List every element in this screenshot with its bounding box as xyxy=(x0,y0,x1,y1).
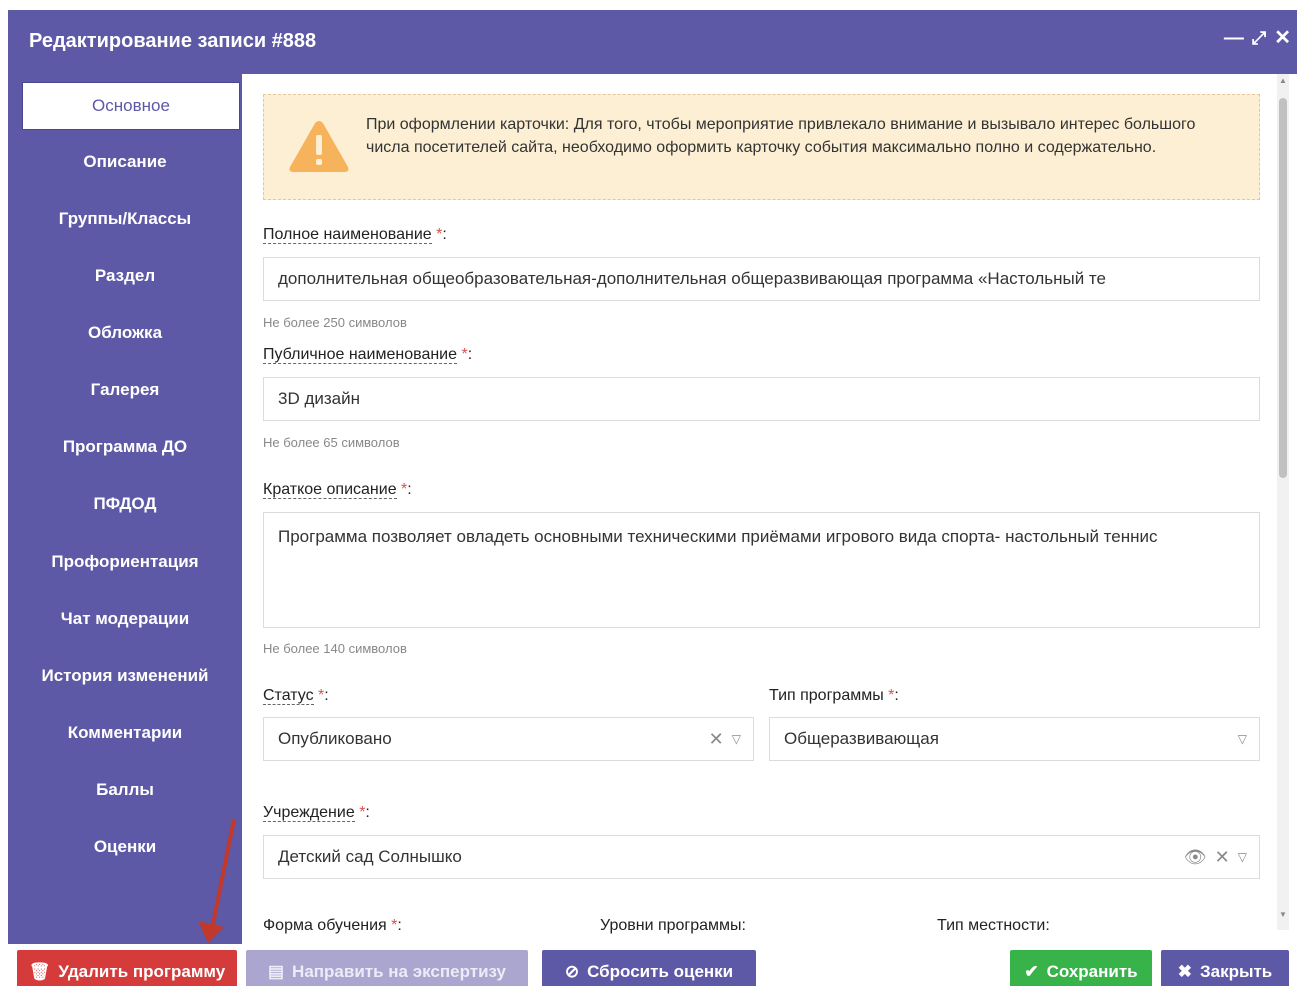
sidebar-item-main[interactable]: Основное xyxy=(22,82,240,130)
status-select[interactable]: Опубликовано ✕ ▽ xyxy=(263,717,754,761)
sidebar-item-program[interactable]: Программа ДО xyxy=(8,423,242,471)
check-icon: ✔ xyxy=(1024,962,1039,981)
info-alert: При оформлении карточки: Для того, чтобы… xyxy=(263,94,1260,200)
sidebar-item-section[interactable]: Раздел xyxy=(8,252,242,300)
scroll-thumb[interactable] xyxy=(1279,98,1287,478)
public-name-hint: Не более 65 символов xyxy=(263,435,400,450)
institution-select[interactable]: Детский сад Солнышко 👁 ✕ ▽ xyxy=(263,835,1260,879)
status-label: Статус *: xyxy=(263,687,329,705)
program-type-select[interactable]: Общеразвивающая ▽ xyxy=(769,717,1260,761)
eye-icon[interactable]: 👁 xyxy=(1184,836,1207,878)
window-titlebar: Редактирование записи #888 — ⤢ ✕ xyxy=(8,10,1297,74)
program-type-label: Тип программы *: xyxy=(769,687,899,704)
window-title: Редактирование записи #888 xyxy=(29,30,317,52)
institution-label: Учреждение *: xyxy=(263,804,370,822)
program-type-value: Общеразвивающая xyxy=(784,729,939,748)
reset-ratings-button[interactable]: ⊘ Сбросить оценки xyxy=(542,950,756,986)
form-content: При оформлении карточки: Для того, чтобы… xyxy=(242,74,1297,944)
send-to-expertise-button[interactable]: ▤ Направить на экспертизу xyxy=(246,950,528,986)
full-name-hint: Не более 250 символов xyxy=(263,315,407,330)
chevron-down-icon[interactable]: ▽ xyxy=(1238,718,1247,760)
clear-icon[interactable]: ✕ xyxy=(1215,836,1230,878)
close-icon[interactable]: ✕ xyxy=(1274,28,1291,48)
minimize-icon[interactable]: — xyxy=(1224,28,1244,48)
institution-controls: 👁 ✕ ▽ xyxy=(1184,836,1247,878)
scroll-down-icon[interactable]: ▼ xyxy=(1279,910,1287,919)
delete-program-button[interactable]: 🗑 Удалить программу xyxy=(17,950,237,986)
short-desc-textarea[interactable]: Программа позволяет овладеть основными т… xyxy=(263,512,1260,628)
study-form-label: Форма обучения *: xyxy=(263,917,402,934)
warning-icon xyxy=(289,121,349,172)
status-value: Опубликовано xyxy=(278,729,392,748)
save-button[interactable]: ✔ Сохранить xyxy=(1010,950,1152,986)
sidebar-item-description[interactable]: Описание xyxy=(8,138,242,186)
institution-value: Детский сад Солнышко xyxy=(278,847,462,866)
red-arrow-annotation xyxy=(198,818,236,943)
sidebar-item-comments[interactable]: Комментарии xyxy=(8,709,242,757)
trash-icon: 🗑 xyxy=(28,962,51,981)
alert-text: При оформлении карточки: Для того, чтобы… xyxy=(366,116,1196,156)
public-name-input[interactable]: 3D дизайн xyxy=(263,377,1260,421)
scroll-up-icon[interactable]: ▲ xyxy=(1279,76,1287,85)
sidebar-item-moderation-chat[interactable]: Чат модерации xyxy=(8,595,242,643)
sidebar-item-groups[interactable]: Группы/Классы xyxy=(8,195,242,243)
sidebar-item-cover[interactable]: Обложка xyxy=(8,309,242,357)
short-desc-hint: Не более 140 символов xyxy=(263,641,407,656)
sidebar-item-gallery[interactable]: Галерея xyxy=(8,366,242,414)
document-icon: ▤ xyxy=(267,962,285,981)
maximize-icon[interactable]: ⤢ xyxy=(1252,28,1266,48)
close-button[interactable]: ✖ Закрыть xyxy=(1161,950,1289,986)
public-name-label: Публичное наименование *: xyxy=(263,346,473,364)
chevron-down-icon[interactable]: ▽ xyxy=(1238,836,1247,878)
sidebar-item-history[interactable]: История изменений xyxy=(8,652,242,700)
locality-type-label: Тип местности: xyxy=(937,917,1050,934)
short-desc-label: Краткое описание *: xyxy=(263,481,412,499)
program-levels-label: Уровни программы: xyxy=(600,917,746,934)
full-name-input[interactable]: дополнительная общеобразовательная-допол… xyxy=(263,257,1260,301)
window-controls: — ⤢ ✕ xyxy=(1224,28,1291,48)
status-controls: ✕ ▽ xyxy=(709,718,741,760)
sidebar-item-career[interactable]: Профориентация xyxy=(8,538,242,586)
program-type-controls: ▽ xyxy=(1238,718,1247,760)
sidebar-item-points[interactable]: Баллы xyxy=(8,766,242,814)
clear-icon[interactable]: ✕ xyxy=(709,718,724,760)
window-footer: 🗑 Удалить программу ▤ Направить на экспе… xyxy=(8,944,1297,986)
chevron-down-icon[interactable]: ▽ xyxy=(732,718,741,760)
close-x-icon: ✖ xyxy=(1177,962,1192,981)
sidebar: Основное Описание Группы/Классы Раздел О… xyxy=(8,74,242,944)
sidebar-item-pfdod[interactable]: ПФДОД xyxy=(8,480,242,528)
full-name-label: Полное наименование *: xyxy=(263,226,447,244)
content-scrollbar[interactable]: ▲ ▼ xyxy=(1277,74,1289,930)
ban-icon: ⊘ xyxy=(564,962,580,981)
